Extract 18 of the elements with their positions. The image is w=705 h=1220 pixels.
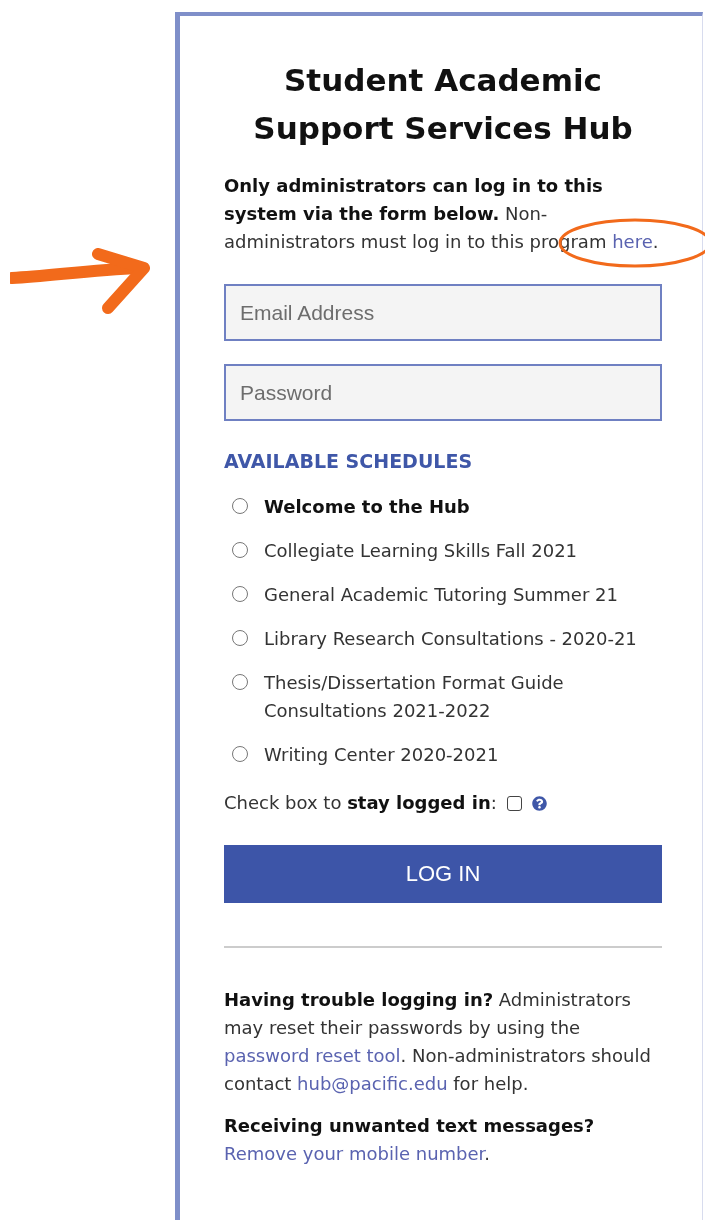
page-title: Student Academic Support Services Hub: [252, 61, 634, 148]
login-button[interactable]: LOG IN: [224, 845, 662, 903]
help-text: Having trouble logging in? Administrators may reset their passwords by using the password reset tool. Non-administrators should contact hub@pacific.edu for help.: [224, 988, 652, 1096]
text-link[interactable]: password reset tool: [224, 1045, 401, 1066]
stay-logged-in-label: Check box to stay logged in:: [224, 791, 497, 815]
text-link[interactable]: hub@pacific.edu: [297, 1073, 448, 1094]
unwanted-messages-text: Receiving unwanted text messages? Remove your mobile number.: [224, 1114, 596, 1166]
schedule-label: Library Research Consultations - 2020-21: [264, 627, 637, 651]
text-link[interactable]: Remove your mobile number: [224, 1143, 485, 1164]
schedule-label: Collegiate Learning Skills Fall 2021: [264, 539, 578, 563]
schedule-label: Writing Center 2020-2021: [264, 743, 499, 767]
email-field[interactable]: Email Address: [224, 284, 662, 341]
schedule-label: Welcome to the Hub: [264, 495, 470, 519]
password-field[interactable]: Password: [224, 364, 662, 421]
text-link[interactable]: here: [612, 231, 653, 252]
section-heading: AVAILABLE SCHEDULES: [224, 449, 474, 474]
schedule-label: General Academic Tutoring Summer 21: [264, 583, 618, 607]
schedule-label: Thesis/Dissertation Format Guide Consultations 2021-2022: [264, 671, 565, 723]
